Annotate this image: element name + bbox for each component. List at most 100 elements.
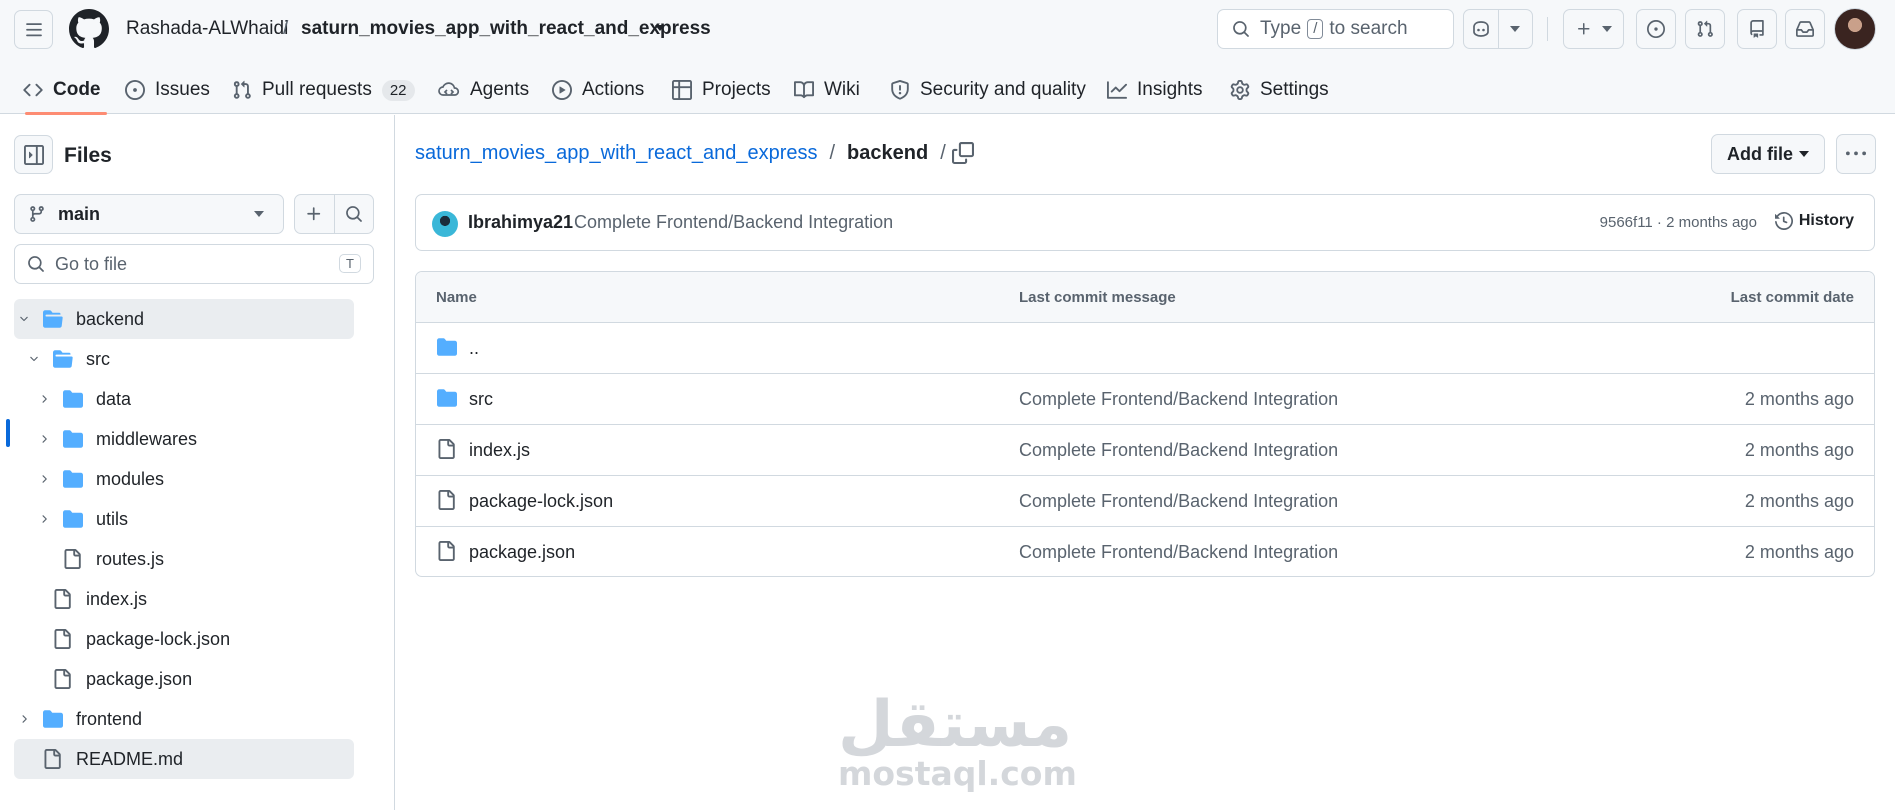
chevron-right-icon[interactable] (38, 433, 50, 445)
tab-insights[interactable]: Insights (1101, 66, 1208, 114)
tab-settings-label: Settings (1260, 79, 1329, 100)
tree-item-label: routes.js (96, 549, 165, 569)
col-last-commit-message: Last commit message (1019, 289, 1176, 306)
search-input[interactable]: Type / to search (1217, 9, 1454, 49)
file-commit-message[interactable]: Complete Frontend/Backend Integration (1019, 542, 1338, 563)
tab-wiki[interactable]: Wiki (788, 66, 866, 114)
go-to-file-input[interactable]: Go to file T (14, 244, 374, 284)
tree-item-readme-md[interactable]: README.md (14, 739, 354, 779)
file-commit-date: 2 months ago (1744, 389, 1854, 409)
repo-link[interactable]: saturn_movies_app_with_react_and_express (301, 18, 711, 40)
tab-pull-requests-label: Pull requests (262, 79, 372, 100)
copilot-menu-chevron-icon[interactable] (1497, 10, 1533, 48)
sidebar-collapse-icon[interactable] (14, 135, 53, 174)
tree-item-backend[interactable]: backend (14, 299, 354, 339)
file-name-link[interactable]: src (469, 389, 493, 410)
chevron-down-icon (1799, 151, 1809, 157)
parent-directory-link[interactable]: .. (469, 338, 479, 359)
pull-requests-icon[interactable] (1685, 9, 1725, 49)
tree-item-index-js[interactable]: index.js (14, 579, 354, 619)
user-avatar[interactable] (1834, 8, 1876, 50)
chevron-right-icon[interactable] (38, 393, 50, 405)
folder-icon (62, 389, 84, 409)
github-logo-icon[interactable] (69, 9, 109, 49)
tab-code[interactable]: Code (17, 66, 107, 115)
chevron-down-icon[interactable] (18, 313, 30, 325)
copilot-icon[interactable] (1464, 10, 1498, 48)
tree-item-utils[interactable]: utils (14, 499, 354, 539)
path-current: backend (847, 142, 929, 164)
tab-insights-label: Insights (1137, 79, 1203, 100)
tab-actions[interactable]: Actions (546, 66, 650, 114)
table-header: Name Last commit message Last commit dat… (416, 272, 1874, 323)
tree-item-data[interactable]: data (14, 379, 354, 419)
branch-selector[interactable]: main (14, 194, 284, 234)
repos-icon[interactable] (1737, 9, 1777, 49)
tree-item-label: frontend (76, 709, 143, 729)
path-repo-link[interactable]: saturn_movies_app_with_react_and_express (415, 142, 817, 165)
search-shortcut-key: / (1307, 19, 1324, 39)
file-commit-message[interactable]: Complete Frontend/Backend Integration (1019, 440, 1338, 461)
chevron-right-icon[interactable] (38, 473, 50, 485)
tree-item-package-lock-json[interactable]: package-lock.json (14, 619, 354, 659)
create-new-button[interactable] (1563, 9, 1624, 49)
tree-item-label: README.md (76, 749, 184, 769)
repo-switcher-chevron-icon[interactable] (654, 24, 666, 32)
table-row[interactable]: src Complete Frontend/Backend Integration… (416, 374, 1874, 425)
tree-item-routes-js[interactable]: routes.js (14, 539, 354, 579)
add-file-button[interactable]: Add file (1711, 134, 1825, 174)
parent-directory-row[interactable]: .. (416, 323, 1874, 374)
chevron-down-icon (253, 210, 265, 218)
table-row[interactable]: package.json Complete Frontend/Backend In… (416, 527, 1874, 576)
tree-item-middlewares[interactable]: middlewares (14, 419, 354, 459)
folder-icon (62, 509, 84, 529)
tree-item-src[interactable]: src (14, 339, 354, 379)
tab-settings[interactable]: Settings (1224, 66, 1335, 114)
tab-pull-requests[interactable]: Pull requests 22 (226, 66, 421, 114)
copy-path-icon[interactable] (952, 142, 974, 164)
file-commit-message[interactable]: Complete Frontend/Backend Integration (1019, 491, 1338, 512)
chevron-down-icon[interactable] (28, 353, 40, 365)
file-name-link[interactable]: package.json (469, 542, 575, 563)
tree-item-frontend[interactable]: frontend (14, 699, 354, 739)
file-commit-message[interactable]: Complete Frontend/Backend Integration (1019, 389, 1338, 410)
file-name-link[interactable]: package-lock.json (469, 491, 613, 512)
go-to-file-shortcut: T (339, 254, 361, 273)
tab-projects[interactable]: Projects (666, 66, 777, 114)
file-icon (42, 749, 62, 769)
owner-link[interactable]: Rashada-ALWhaidi (126, 18, 288, 40)
add-file-plus-icon[interactable] (295, 195, 334, 233)
commit-author-avatar[interactable] (432, 211, 458, 237)
tree-item-modules[interactable]: modules (14, 459, 354, 499)
shield-icon (891, 80, 909, 100)
inbox-icon[interactable] (1785, 9, 1825, 49)
gear-icon (1230, 80, 1250, 100)
folder-icon (62, 469, 84, 489)
chevron-right-icon[interactable] (38, 513, 50, 525)
more-options-icon[interactable] (1836, 134, 1876, 174)
commit-author[interactable]: Ibrahimya21 (468, 212, 573, 233)
table-row[interactable]: package-lock.json Complete Frontend/Backe… (416, 476, 1874, 527)
plus-icon (1576, 21, 1592, 37)
path-separator: / (829, 142, 836, 164)
tree-item-package-json[interactable]: package.json (14, 659, 354, 699)
issues-icon[interactable] (1636, 9, 1676, 49)
tab-security[interactable]: Security and quality (884, 66, 1092, 114)
tree-item-label: package-lock.json (86, 629, 231, 649)
table-row[interactable]: index.js Complete Frontend/Backend Integr… (416, 425, 1874, 476)
breadcrumb-separator: / (283, 18, 289, 39)
path-breadcrumb: saturn_movies_app_with_react_and_express… (415, 142, 958, 165)
chevron-right-icon[interactable] (18, 713, 30, 725)
tab-issues[interactable]: Issues (119, 66, 216, 114)
watermark-arabic: مستقل (838, 688, 1073, 762)
tree-item-label: index.js (86, 589, 148, 609)
col-last-commit-date: Last commit date (1730, 289, 1854, 306)
hamburger-icon[interactable] (14, 10, 53, 49)
commit-message[interactable]: Complete Frontend/Backend Integration (574, 212, 893, 233)
branch-name: main (58, 203, 101, 224)
tab-agents[interactable]: Agents (432, 66, 535, 114)
file-name-link[interactable]: index.js (469, 440, 530, 461)
commit-meta[interactable]: 9566f11 · 2 months ago (1600, 214, 1757, 231)
history-button[interactable]: History (1774, 212, 1854, 230)
search-files-icon[interactable] (333, 195, 374, 233)
